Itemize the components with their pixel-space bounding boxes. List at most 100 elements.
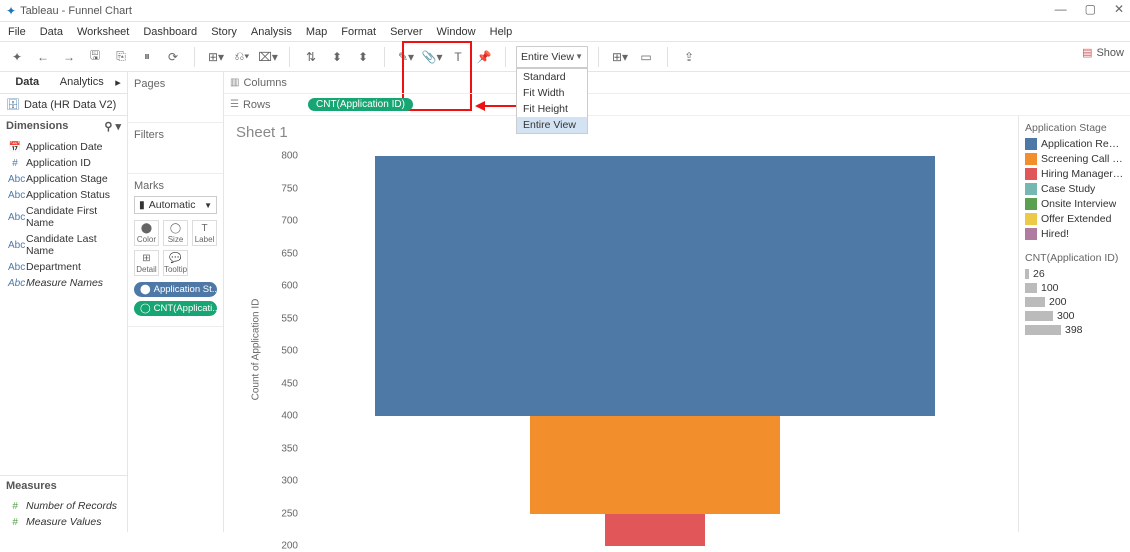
marks-type-dropdown[interactable]: ▮ Automatic ▼ bbox=[134, 196, 217, 214]
chart-bar[interactable] bbox=[605, 514, 705, 547]
mark-detail-button[interactable]: ⊞Detail bbox=[134, 250, 159, 276]
menu-analysis[interactable]: Analysis bbox=[251, 26, 292, 38]
new-sheet-button[interactable]: ⊞▾ bbox=[205, 46, 227, 68]
rows-pill[interactable]: CNT(Application ID) bbox=[308, 98, 413, 111]
group-button[interactable]: 📎▾ bbox=[421, 46, 443, 68]
data-tab[interactable]: Data bbox=[0, 72, 55, 93]
field-candidate-first-name[interactable]: AbcCandidate First Name bbox=[0, 203, 127, 231]
field-measure-names[interactable]: AbcMeasure Names bbox=[0, 275, 127, 291]
calendar-icon: 📅 bbox=[8, 142, 22, 153]
size-legend-title: CNT(Application ID) bbox=[1025, 252, 1124, 264]
legend-item[interactable]: Case Study bbox=[1025, 183, 1124, 195]
sort-desc-button[interactable]: ⬍ bbox=[352, 46, 374, 68]
mark-label-button[interactable]: TLabel bbox=[192, 220, 217, 246]
collapse-icon[interactable]: ▸ bbox=[109, 72, 127, 93]
swap-rows-cols-button[interactable]: ⇅ bbox=[300, 46, 322, 68]
menu-dashboard[interactable]: Dashboard bbox=[143, 26, 197, 38]
field-measure-values[interactable]: #Measure Values bbox=[0, 514, 127, 530]
field-application-status[interactable]: AbcApplication Status bbox=[0, 187, 127, 203]
fit-option-fit-height[interactable]: Fit Height bbox=[517, 101, 587, 117]
maximize-button[interactable]: ▢ bbox=[1085, 2, 1096, 16]
separator bbox=[289, 47, 290, 67]
search-icon[interactable]: ⚲ ▾ bbox=[104, 120, 121, 133]
show-hide-cards-button[interactable]: ⊞▾ bbox=[609, 46, 631, 68]
Abc-icon: Abc bbox=[8, 262, 22, 273]
save-button[interactable]: 🖫 bbox=[84, 46, 106, 68]
duplicate-button[interactable]: ⎌▾ bbox=[231, 46, 253, 68]
size-legend-row: 200 bbox=[1025, 296, 1124, 308]
y-tick: 750 bbox=[281, 183, 298, 194]
swatch-icon bbox=[1025, 153, 1037, 165]
mark-pill[interactable]: ⬤Application St.. bbox=[134, 282, 217, 297]
mark-pill[interactable]: ◯CNT(Applicati.. bbox=[134, 301, 217, 316]
field-candidate-last-name[interactable]: AbcCandidate Last Name bbox=[0, 231, 127, 259]
legend-item[interactable]: Application Receieved bbox=[1025, 138, 1124, 150]
mark-tooltip-button[interactable]: 💬Tooltip bbox=[163, 250, 188, 276]
data-source[interactable]: 🗄 Data (HR Data V2) bbox=[0, 94, 127, 116]
menu-worksheet[interactable]: Worksheet bbox=[77, 26, 129, 38]
refresh-button[interactable]: ⟳ bbox=[162, 46, 184, 68]
menu-map[interactable]: Map bbox=[306, 26, 327, 38]
mark-size-button[interactable]: ◯Size bbox=[163, 220, 188, 246]
mark-color-button[interactable]: ⬤Color bbox=[134, 220, 159, 246]
redo-button[interactable]: → bbox=[58, 46, 80, 68]
y-tick: 550 bbox=[281, 313, 298, 324]
sort-asc-button[interactable]: ⬍ bbox=[326, 46, 348, 68]
fit-option-entire-view[interactable]: Entire View bbox=[517, 117, 587, 133]
columns-shelf[interactable]: ▥Columns bbox=[224, 72, 1130, 94]
hash-icon: # bbox=[8, 501, 22, 512]
field-number-of-records[interactable]: #Number of Records bbox=[0, 498, 127, 514]
legend-item[interactable]: Hired! bbox=[1025, 228, 1124, 240]
legend-item[interactable]: Hiring Manager Call Sched bbox=[1025, 168, 1124, 180]
share-button[interactable]: ⇪ bbox=[678, 46, 700, 68]
detail-icon: ⊞ bbox=[142, 253, 150, 264]
separator bbox=[505, 47, 506, 67]
field-application-id[interactable]: #Application ID bbox=[0, 155, 127, 171]
fit-dropdown[interactable]: Entire View ▼ StandardFit WidthFit Heigh… bbox=[516, 46, 588, 68]
legend-item[interactable]: Onsite Interview bbox=[1025, 198, 1124, 210]
chart-bar[interactable] bbox=[375, 156, 935, 416]
menu-format[interactable]: Format bbox=[341, 26, 376, 38]
legend-item[interactable]: Screening Call Scheduled bbox=[1025, 153, 1124, 165]
highlight-button[interactable]: ✎▾ bbox=[395, 46, 417, 68]
swatch-icon bbox=[1025, 198, 1037, 210]
filters-card[interactable]: Filters bbox=[128, 123, 223, 174]
legend-item[interactable]: Offer Extended bbox=[1025, 213, 1124, 225]
clear-sheet-button[interactable]: ⌧▾ bbox=[257, 46, 279, 68]
minimize-button[interactable]: — bbox=[1055, 2, 1067, 16]
field-department[interactable]: AbcDepartment bbox=[0, 259, 127, 275]
menu-file[interactable]: File bbox=[8, 26, 26, 38]
field-application-date[interactable]: 📅Application Date bbox=[0, 139, 127, 155]
window-title: Tableau - Funnel Chart bbox=[20, 5, 1124, 17]
menu-window[interactable]: Window bbox=[437, 26, 476, 38]
chevron-down-icon: ▼ bbox=[575, 52, 583, 61]
pause-auto-updates-button[interactable]: ⏸ bbox=[136, 46, 158, 68]
bar-chart-icon: ▮ bbox=[139, 199, 145, 211]
data-pane: Data Analytics ▸ 🗄 Data (HR Data V2) Dim… bbox=[0, 72, 128, 532]
swatch-icon bbox=[1025, 168, 1037, 180]
close-button[interactable]: ✕ bbox=[1114, 2, 1124, 16]
menu-story[interactable]: Story bbox=[211, 26, 237, 38]
presentation-mode-button[interactable]: ▭ bbox=[635, 46, 657, 68]
new-datasource-button[interactable]: ⎘ bbox=[110, 46, 132, 68]
pages-card[interactable]: Pages bbox=[128, 72, 223, 123]
toolbar: ✦ ← → 🖫 ⎘ ⏸ ⟳ ⊞▾ ⎌▾ ⌧▾ ⇅ ⬍ ⬍ ✎▾ 📎▾ T 📌 E… bbox=[0, 42, 1130, 72]
size-bar-icon bbox=[1025, 325, 1061, 335]
analytics-tab[interactable]: Analytics bbox=[55, 72, 110, 93]
tableau-icon[interactable]: ✦ bbox=[6, 46, 28, 68]
separator bbox=[384, 47, 385, 67]
menu-server[interactable]: Server bbox=[390, 26, 422, 38]
fit-option-standard[interactable]: Standard bbox=[517, 69, 587, 85]
menu-help[interactable]: Help bbox=[490, 26, 513, 38]
show-me-button[interactable]: ▤ Show bbox=[1082, 46, 1124, 59]
show-labels-button[interactable]: T bbox=[447, 46, 469, 68]
sheet-title[interactable]: Sheet 1 bbox=[224, 116, 1018, 149]
pin-button[interactable]: 📌 bbox=[473, 46, 495, 68]
chart-bar[interactable] bbox=[530, 416, 780, 514]
field-application-stage[interactable]: AbcApplication Stage bbox=[0, 171, 127, 187]
fit-option-fit-width[interactable]: Fit Width bbox=[517, 85, 587, 101]
undo-button[interactable]: ← bbox=[32, 46, 54, 68]
rows-shelf[interactable]: ☰Rows CNT(Application ID) bbox=[224, 94, 1130, 116]
Abc-icon: Abc bbox=[8, 212, 22, 223]
menu-data[interactable]: Data bbox=[40, 26, 63, 38]
